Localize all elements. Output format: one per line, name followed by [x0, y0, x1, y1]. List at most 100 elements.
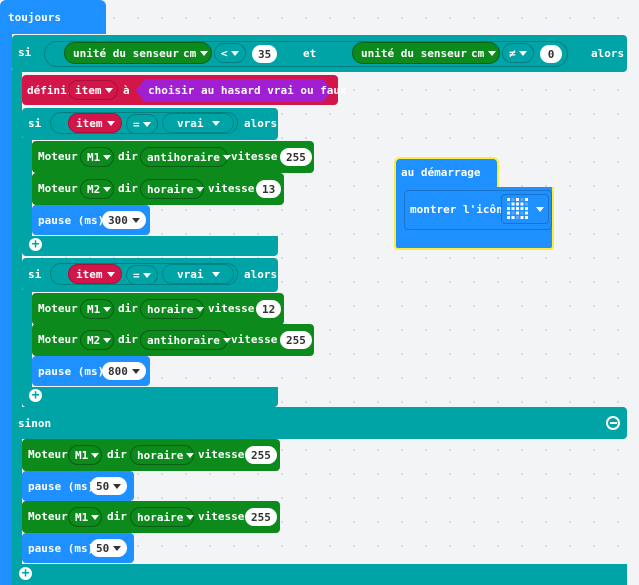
outer-if-si: si — [18, 46, 32, 59]
if1-alors: alors — [244, 117, 278, 130]
compare-op1-label: < — [221, 46, 228, 60]
chevron-down-icon — [518, 50, 527, 56]
direction-select-label: antihoraire — [147, 333, 220, 347]
if2-var[interactable]: item — [68, 264, 122, 284]
motor-label: Moteur — [38, 333, 78, 346]
speed-value[interactable]: 255 — [280, 331, 312, 349]
to-label: à — [123, 84, 130, 97]
and-label: et — [303, 47, 317, 60]
chevron-down-icon — [211, 271, 220, 277]
if2-alors: alors — [244, 268, 278, 281]
sensor-right-unit[interactable]: cm — [471, 47, 484, 60]
direction-select[interactable]: antihoraire — [140, 147, 231, 167]
if2-spine — [22, 290, 32, 390]
motor-select[interactable]: M1 — [80, 299, 114, 319]
pause-value-label: 50 — [96, 541, 110, 555]
if2-value[interactable]: vrai — [162, 264, 234, 284]
value-35[interactable]: 35 — [252, 45, 278, 63]
speed-value[interactable]: 255 — [280, 148, 312, 166]
if1-value[interactable]: vrai — [162, 113, 234, 133]
dir-label: dir — [118, 150, 138, 163]
add-else-plus-icon[interactable]: + — [29, 389, 42, 402]
speed-label: vitesse — [208, 182, 255, 195]
chevron-down-icon — [91, 452, 100, 458]
pause-label: pause (ms) — [38, 214, 105, 227]
direction-select[interactable]: antihoraire — [140, 330, 231, 350]
if2-value-label: vrai — [177, 267, 204, 281]
item-var-dropdown[interactable]: item — [68, 80, 118, 100]
if1-op-label: = — [133, 117, 140, 131]
speed-value[interactable]: 13 — [256, 180, 282, 198]
if1-op[interactable]: = — [126, 114, 158, 134]
forever-block-spine — [0, 30, 12, 585]
motor-label: Moteur — [38, 182, 78, 195]
outer-if-alors: alors — [591, 47, 625, 60]
sensor-right-label: unité du senseur — [361, 46, 467, 60]
pause-label: pause (ms) — [28, 542, 95, 555]
motor-select[interactable]: M2 — [80, 179, 114, 199]
pause-value-label: 50 — [96, 479, 110, 493]
speed-value[interactable]: 255 — [245, 508, 277, 526]
motor-select[interactable]: M2 — [80, 330, 114, 350]
if1-si: si — [28, 117, 42, 130]
chevron-down-icon — [222, 154, 231, 160]
chevron-down-icon[interactable] — [200, 50, 209, 56]
pause-label: pause (ms) — [38, 365, 105, 378]
chevron-down-icon — [186, 452, 195, 458]
sensor-right[interactable]: unité du senseur cm — [352, 42, 500, 64]
direction-select[interactable]: horaire — [130, 445, 195, 465]
direction-select-label: antihoraire — [147, 150, 220, 164]
icon-dropdown[interactable] — [501, 194, 549, 224]
compare-op1[interactable]: < — [214, 43, 246, 63]
if2-footer — [22, 387, 278, 407]
sensor-left-unit[interactable]: cm — [183, 47, 196, 60]
if2-op[interactable]: = — [126, 265, 158, 285]
direction-select-label: horaire — [137, 510, 184, 524]
motor-select[interactable]: M1 — [80, 147, 114, 167]
value-0[interactable]: 0 — [540, 45, 562, 63]
pause-label: pause (ms) — [28, 480, 95, 493]
add-else-plus-icon[interactable]: + — [29, 238, 42, 251]
chevron-down-icon — [113, 545, 122, 551]
sensor-left[interactable]: unité du senseur cm — [64, 42, 212, 64]
compare-op2[interactable]: ≠ — [502, 43, 534, 63]
motor-label: Moteur — [38, 302, 78, 315]
else-label: sinon — [18, 417, 52, 430]
chevron-down-icon — [106, 271, 115, 277]
if1-spine — [22, 138, 32, 238]
if1-var[interactable]: item — [68, 113, 122, 133]
chevron-down-icon — [103, 337, 112, 343]
chevron-down-icon — [104, 87, 113, 93]
speed-value[interactable]: 12 — [256, 300, 282, 318]
direction-select[interactable]: horaire — [130, 507, 195, 527]
remove-else-minus-icon[interactable] — [606, 416, 620, 430]
motor-select-label: M1 — [87, 150, 101, 164]
motor-select[interactable]: M1 — [68, 507, 102, 527]
speed-value[interactable]: 255 — [245, 446, 277, 464]
chevron-down-icon — [196, 186, 205, 192]
pause-value[interactable]: 50 — [90, 477, 128, 495]
pause-value[interactable]: 50 — [90, 539, 128, 557]
add-else-plus-icon[interactable]: + — [19, 567, 32, 580]
speed-label: vitesse — [231, 333, 278, 346]
pause-value[interactable]: 300 — [102, 211, 146, 229]
direction-select[interactable]: horaire — [140, 299, 205, 319]
outer-if-spine — [12, 70, 22, 585]
chevron-down-icon — [131, 368, 140, 374]
chevron-down-icon[interactable] — [488, 50, 497, 56]
motor-label: Moteur — [28, 510, 68, 523]
pause-value[interactable]: 800 — [102, 362, 146, 380]
motor-select-label: M1 — [87, 302, 101, 316]
motor-select-label: M2 — [87, 182, 101, 196]
motor-select-label: M1 — [75, 448, 89, 462]
on-start-label: au démarrage — [401, 166, 481, 179]
if1-footer — [22, 236, 278, 256]
chevron-down-icon — [230, 50, 239, 56]
motor-select[interactable]: M1 — [68, 445, 102, 465]
dir-label: dir — [107, 448, 127, 461]
chevron-down-icon — [222, 337, 231, 343]
if2-si: si — [28, 268, 42, 281]
motor-label: Moteur — [38, 150, 78, 163]
if1-value-label: vrai — [177, 116, 204, 130]
direction-select[interactable]: horaire — [140, 179, 205, 199]
